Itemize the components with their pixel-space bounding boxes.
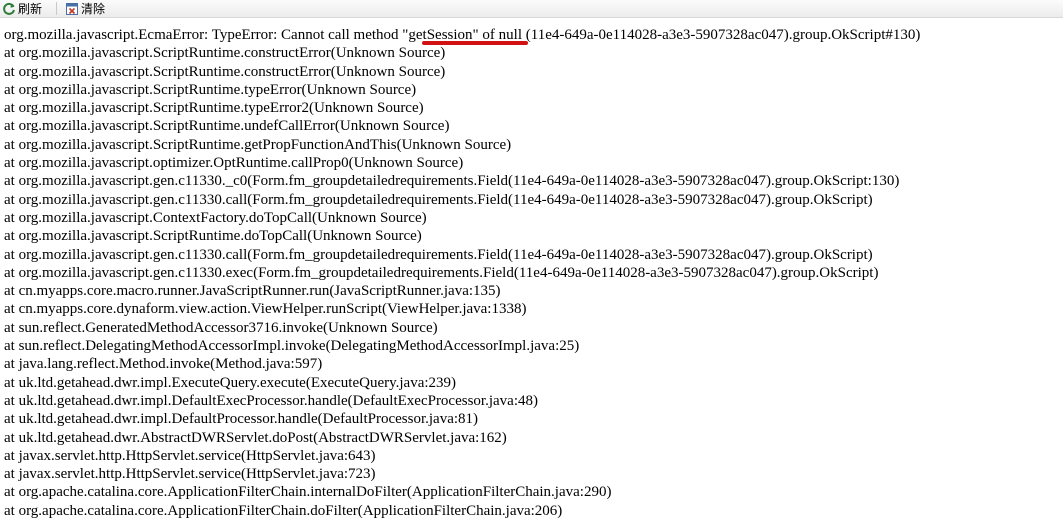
stack-frame-line: at org.mozilla.javascript.optimizer.OptR… [4,155,464,172]
refresh-button[interactable]: 刷新 [0,0,46,17]
stack-frame-line: at java.lang.reflect.Method.invoke(Metho… [4,356,323,373]
stack-frame-line: at org.mozilla.javascript.ScriptRuntime.… [4,100,424,117]
stack-trace: org.mozilla.javascript.EcmaError: TypeEr… [4,26,1059,520]
stack-frame-line: at org.apache.catalina.core.ApplicationF… [4,484,612,501]
stack-frame-line: at org.mozilla.javascript.gen.c11330.cal… [4,191,873,208]
stack-frame-line: at uk.ltd.getahead.dwr.impl.ExecuteQuery… [4,374,457,391]
stack-frame-line: at org.mozilla.javascript.ScriptRuntime.… [4,63,446,80]
stack-frame-line: at org.mozilla.javascript.ContextFactory… [4,209,427,226]
stack-frame-line: at org.mozilla.javascript.ScriptRuntime.… [4,81,417,98]
stack-frame-line: at org.mozilla.javascript.gen.c11330.exe… [4,264,879,281]
toolbar: 刷新 清除 [0,0,1063,18]
toolbar-divider [56,2,58,15]
clear-button[interactable]: 清除 [63,0,109,17]
stack-frame-line: at org.apache.catalina.core.ApplicationF… [4,502,563,519]
stack-frame-line: at javax.servlet.http.HttpServlet.servic… [4,447,376,464]
stack-frame-line: at org.mozilla.javascript.ScriptRuntime.… [4,45,446,62]
stack-frame-line: at org.mozilla.javascript.gen.c11330.cal… [4,246,873,263]
error-message-line: org.mozilla.javascript.EcmaError: TypeEr… [4,27,921,43]
stack-frame-line: at sun.reflect.GeneratedMethodAccessor37… [4,319,438,336]
stack-frame-line: at uk.ltd.getahead.dwr.AbstractDWRServle… [4,429,507,446]
stack-frame-line: at cn.myapps.core.macro.runner.JavaScrip… [4,283,501,300]
stack-frame-line: at cn.myapps.core.dynaform.view.action.V… [4,301,527,318]
refresh-label: 刷新 [18,2,43,16]
stack-frame-line: at org.mozilla.javascript.ScriptRuntime.… [4,136,512,153]
stack-frame-line: at uk.ltd.getahead.dwr.impl.DefaultProce… [4,411,479,428]
refresh-icon [2,2,18,16]
stack-frame-line: at org.mozilla.javascript.gen.c11330._c0… [4,173,900,190]
stack-frame-line: at uk.ltd.getahead.dwr.impl.DefaultExecP… [4,392,538,409]
clear-label: 清除 [81,2,106,16]
stack-frame-line: at sun.reflect.DelegatingMethodAccessorI… [4,338,580,355]
clear-icon [65,2,81,16]
stack-frame-line: at org.mozilla.javascript.ScriptRuntime.… [4,118,450,135]
stack-frame-line: at org.mozilla.javascript.ScriptRuntime.… [4,228,422,245]
annotation-underline [422,41,528,45]
stack-frame-line: at javax.servlet.http.HttpServlet.servic… [4,466,376,483]
